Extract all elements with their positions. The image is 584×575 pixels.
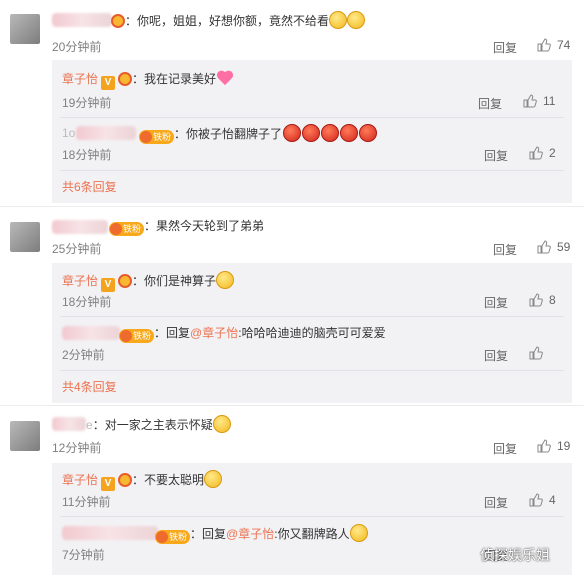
reply-body: 章子怡 V ：我在记录美好: [62, 70, 234, 90]
reply-time: 18分钟前: [62, 148, 112, 162]
reply-time: 19分钟前: [62, 96, 112, 110]
thumbs-up-icon: [529, 346, 543, 360]
blurred-username[interactable]: [52, 417, 86, 431]
comment-body: 铁粉 ：果然今天轮到了弟弟: [106, 217, 264, 236]
comment-body: e：对一家之主表示怀疑: [86, 415, 231, 434]
divider: [60, 370, 564, 371]
divider: [0, 206, 584, 207]
reply-button[interactable]: 回复: [493, 39, 517, 56]
thumbs-up-icon: [537, 240, 551, 254]
like-button[interactable]: 19: [537, 439, 570, 453]
reply-body: 铁粉 ：回复@章子怡:你又翻牌路人: [152, 524, 368, 544]
like-button[interactable]: 74: [537, 38, 570, 52]
fan-badge: 铁粉: [139, 130, 175, 144]
like-count: 8: [549, 293, 556, 307]
angry-emoji-icon: [321, 124, 340, 142]
reply-body: 章子怡 V ：你们是神算子: [62, 271, 235, 292]
thumbs-up-icon: [529, 493, 543, 507]
watermark: 侦探娱乐姐: [480, 547, 550, 563]
thumbs-up-icon: [537, 439, 551, 453]
thumbs-up-icon: [529, 146, 543, 160]
like-count: 19: [557, 439, 571, 453]
like-count: 74: [557, 38, 571, 52]
like-button[interactable]: [529, 346, 543, 360]
crown-icon: [111, 14, 125, 28]
avatar[interactable]: [10, 222, 40, 252]
divider: [60, 170, 564, 171]
fan-badge: 铁粉: [109, 222, 145, 236]
thumbs-up-icon: [529, 293, 543, 307]
divider: [60, 316, 564, 317]
reply-body: 章子怡 V ：不要太聪明: [62, 470, 223, 491]
reply-time: 18分钟前: [62, 295, 112, 309]
mention-link[interactable]: @章子怡: [226, 527, 274, 541]
divider: [0, 405, 584, 406]
like-button[interactable]: 4: [529, 493, 556, 507]
blurred-username[interactable]: [52, 220, 108, 234]
reply-author[interactable]: 章子怡: [62, 72, 98, 86]
comment-time: 20分钟前: [52, 40, 102, 54]
more-replies-link[interactable]: 共4条回复: [62, 378, 117, 396]
angry-emoji-icon: [283, 124, 302, 142]
angry-emoji-icon: [359, 124, 378, 142]
reply-author[interactable]: 章子怡: [62, 473, 98, 487]
reply-button[interactable]: 回复: [484, 494, 508, 511]
reply-button[interactable]: 回复: [484, 147, 508, 164]
reply-author[interactable]: 章子怡: [62, 274, 98, 288]
avatar[interactable]: [10, 421, 40, 451]
like-button[interactable]: 59: [537, 240, 570, 254]
crown-icon: [118, 72, 133, 86]
more-replies-link[interactable]: 共6条回复: [62, 178, 117, 196]
comment-body: ：你呢，姐姐，好想你额，竟然不给看: [108, 11, 366, 30]
angry-emoji-icon: [302, 124, 321, 142]
reply-time: 2分钟前: [62, 348, 105, 362]
thumbs-up-icon: [523, 94, 537, 108]
blurred-username[interactable]: [52, 13, 112, 27]
heart-emoji-icon: [216, 71, 234, 87]
comment-time: 25分钟前: [52, 242, 102, 256]
blurred-username[interactable]: [76, 126, 136, 140]
verified-badge-icon: V: [101, 477, 116, 491]
grinning-emoji-icon: [204, 470, 223, 488]
blurred-username[interactable]: [62, 526, 158, 540]
reply-time: 7分钟前: [62, 548, 105, 562]
verified-badge-icon: V: [101, 76, 116, 90]
avatar[interactable]: [10, 14, 40, 44]
like-count: 59: [557, 240, 571, 254]
fan-badge: 铁粉: [119, 329, 155, 343]
reply-button[interactable]: 回复: [484, 347, 508, 364]
reply-button[interactable]: 回复: [493, 241, 517, 258]
smile-emoji-icon: [349, 524, 368, 542]
emoji-icon: [329, 11, 348, 29]
divider: [60, 516, 564, 517]
reply-button[interactable]: 回复: [478, 95, 502, 112]
thinking-emoji-icon: [212, 415, 231, 433]
like-count: 4: [549, 493, 556, 507]
thumbs-up-icon: [537, 38, 551, 52]
reply-body: 铁粉 ：你被子怡翻牌子了: [136, 124, 378, 144]
mention-link[interactable]: @章子怡: [190, 326, 238, 340]
comment-time: 12分钟前: [52, 441, 102, 455]
like-button[interactable]: 2: [529, 146, 556, 160]
crown-icon: [118, 274, 133, 288]
laughing-emoji-icon: [216, 271, 235, 289]
reply-button[interactable]: 回复: [493, 440, 517, 457]
emoji-icon: [347, 11, 366, 29]
crown-icon: [118, 473, 133, 487]
like-button[interactable]: 11: [523, 94, 555, 108]
divider: [60, 117, 564, 118]
reply-time: 11分钟前: [62, 495, 111, 509]
like-button[interactable]: 8: [529, 293, 556, 307]
like-count: 11: [543, 94, 556, 108]
fan-badge: 铁粉: [155, 530, 191, 544]
verified-badge-icon: V: [101, 278, 116, 292]
blurred-username[interactable]: [62, 326, 120, 340]
angry-emoji-icon: [340, 124, 359, 142]
like-count: 2: [549, 146, 556, 160]
reply-author-fragment[interactable]: 1o: [62, 124, 75, 142]
reply-body: 铁粉 ：回复@章子怡:哈哈哈迪迪的脑壳可可爱爱: [116, 324, 386, 343]
reply-button[interactable]: 回复: [484, 294, 508, 311]
